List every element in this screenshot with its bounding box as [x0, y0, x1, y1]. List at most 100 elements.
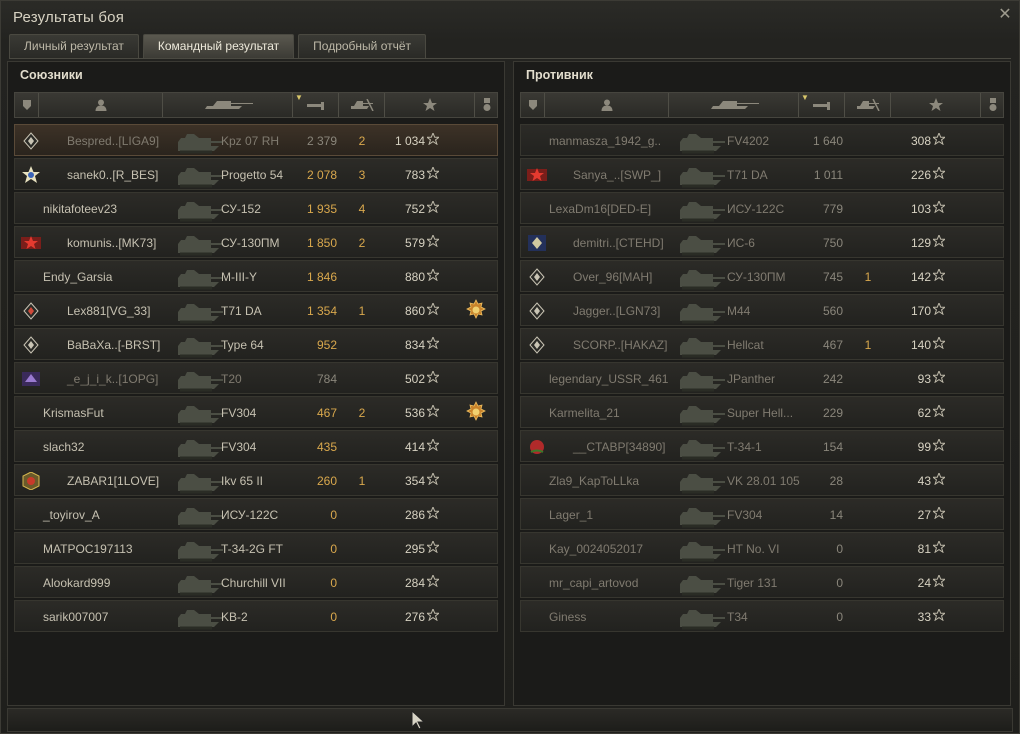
kills-value: 1 [864, 338, 872, 352]
xp-star-icon [427, 371, 439, 383]
player-icon[interactable] [545, 93, 669, 117]
enemies-panel: Противник ▼ manmasza_1942_g.. FV4202 1 6… [513, 61, 1011, 706]
table-row[interactable]: KrismasFut FV304 467 2 536 [14, 396, 498, 428]
damage-value: 0 [836, 576, 843, 590]
table-row[interactable]: Jagger..[LGN73] M44 560 170 [520, 294, 1004, 326]
table-row[interactable]: slach32 FV304 435 414 [14, 430, 498, 462]
table-row[interactable]: Karmelita_21 Super Hell... 229 62 [520, 396, 1004, 428]
table-row[interactable]: Zla9_KapToLLka VK 28.01 105 28 43 [520, 464, 1004, 496]
kills-icon[interactable] [339, 93, 385, 117]
table-row[interactable]: komunis..[MK73] СУ-130ПМ 1 850 2 579 [14, 226, 498, 258]
tab-detailed-report[interactable]: Подробный отчёт [298, 34, 427, 58]
damage-value: 0 [330, 508, 337, 522]
medal-icon[interactable] [475, 93, 499, 117]
table-row[interactable]: Giness T34 0 33 [520, 600, 1004, 632]
xp-star-icon [933, 201, 945, 213]
xp-value: 752 [404, 202, 425, 216]
xp-star-icon [933, 575, 945, 587]
tank-icon[interactable] [669, 93, 799, 117]
table-row[interactable]: _toyirov_A ИСУ-122С 0 286 [14, 498, 498, 530]
allies-list: Bespred..[LIGA9] Kpz 07 RH 2 379 2 1 034… [14, 124, 498, 634]
player-name: komunis..[MK73] [67, 236, 157, 250]
table-row[interactable]: manmasza_1942_g.. FV4202 1 640 308 [520, 124, 1004, 156]
damage-value: 0 [330, 542, 337, 556]
xp-value: 62 [917, 406, 931, 420]
vehicle-name: ИСУ-122С [727, 202, 785, 216]
close-icon[interactable]: ✕ [997, 7, 1013, 23]
squad-icon[interactable] [15, 93, 39, 117]
table-row[interactable]: __CTABP[34890] T-34-1 154 99 [520, 430, 1004, 462]
table-row[interactable]: demitri..[CTEHD] ИС-6 750 129 [520, 226, 1004, 258]
player-icon[interactable] [39, 93, 163, 117]
clan-badge-icon [527, 166, 547, 184]
damage-value: 467 [316, 406, 337, 420]
tab-team-result[interactable]: Командный результат [142, 34, 295, 58]
table-row[interactable]: sarik007007 KB-2 0 276 [14, 600, 498, 632]
table-row[interactable]: _e_j_i_k..[1OPG] T20 784 502 [14, 362, 498, 394]
damage-value: 1 011 [813, 168, 843, 182]
damage-value: 1 935 [306, 202, 337, 216]
squad-icon[interactable] [521, 93, 545, 117]
vehicle-name: Progetto 54 [221, 168, 284, 182]
xp-star-icon [427, 167, 439, 179]
xp-value: 502 [404, 372, 425, 386]
table-row[interactable]: Over_96[MAH] СУ-130ПМ 745 1 142 [520, 260, 1004, 292]
damage-value: 784 [316, 372, 337, 386]
table-row[interactable]: Lager_1 FV304 14 27 [520, 498, 1004, 530]
clan-badge-icon [527, 132, 547, 150]
vehicle-name: JPanther [727, 372, 776, 386]
table-row[interactable]: BaBaXa..[-BRST] Type 64 952 834 [14, 328, 498, 360]
kills-value: 2 [358, 236, 366, 250]
table-row[interactable]: LexaDm16[DED-E] ИСУ-122С 779 103 [520, 192, 1004, 224]
clan-badge-icon [527, 608, 547, 626]
clan-badge-icon [527, 234, 547, 252]
table-row[interactable]: ZABAR1[1LOVE] Ikv 65 II 260 1 354 [14, 464, 498, 496]
xp-value: 27 [917, 508, 931, 522]
vehicle-name: Kpz 07 RH [221, 134, 280, 148]
table-row[interactable]: legendary_USSR_461 JPanther 242 93 [520, 362, 1004, 394]
kills-value: 1 [358, 304, 366, 318]
xp-value: 129 [910, 236, 931, 250]
table-row[interactable]: mr_capi_artovod Tiger 131 0 24 [520, 566, 1004, 598]
kills-value: 2 [358, 406, 366, 420]
vehicle-name: ИС-6 [727, 236, 755, 250]
window-title: Результаты боя [13, 9, 125, 26]
table-row[interactable]: Kay_0024052017 HT No. VI 0 81 [520, 532, 1004, 564]
vehicle-icon [680, 270, 725, 290]
table-row[interactable]: Endy_Garsia M-III-Y 1 846 880 [14, 260, 498, 292]
vehicle-icon [680, 610, 725, 630]
xp-star-icon [427, 575, 439, 587]
clan-badge-icon [21, 268, 41, 286]
kills-icon[interactable] [845, 93, 891, 117]
damage-icon[interactable]: ▼ [799, 93, 845, 117]
table-row[interactable]: nikitafoteev23 СУ-152 1 935 4 752 [14, 192, 498, 224]
table-row[interactable]: sanek0..[R_BES] Progetto 54 2 078 3 783 [14, 158, 498, 190]
xp-star-icon[interactable] [891, 93, 981, 117]
table-row[interactable]: Alookard999 Churchill VII 0 284 [14, 566, 498, 598]
vehicle-icon [178, 338, 223, 358]
vehicle-name: T34 [727, 610, 748, 624]
table-row[interactable]: Sanya_..[SWP_] T71 DA 1 011 226 [520, 158, 1004, 190]
enemies-title: Противник [526, 68, 593, 82]
tab-bar: Личный результат Командный результат Под… [9, 34, 427, 58]
clan-badge-icon [21, 302, 41, 320]
damage-value: 1 850 [306, 236, 337, 250]
table-row[interactable]: Bespred..[LIGA9] Kpz 07 RH 2 379 2 1 034 [14, 124, 498, 156]
clan-badge-icon [527, 200, 547, 218]
damage-value: 260 [316, 474, 337, 488]
xp-star-icon [933, 133, 945, 145]
tab-personal-result[interactable]: Личный результат [9, 34, 139, 58]
xp-star-icon [427, 405, 439, 417]
kills-value: 2 [358, 134, 366, 148]
table-row[interactable]: Lex881[VG_33] T71 DA 1 354 1 860 [14, 294, 498, 326]
xp-value: 860 [404, 304, 425, 318]
table-row[interactable]: MATPOC197113 T-34-2G FT 0 295 [14, 532, 498, 564]
player-name: nikitafoteev23 [43, 202, 118, 216]
damage-value: 745 [822, 270, 843, 284]
medal-icon[interactable] [981, 93, 1005, 117]
xp-star-icon[interactable] [385, 93, 475, 117]
table-row[interactable]: SCORP..[HAKAZ] Hellcat 467 1 140 [520, 328, 1004, 360]
damage-icon[interactable]: ▼ [293, 93, 339, 117]
tank-icon[interactable] [163, 93, 293, 117]
xp-value: 43 [917, 474, 931, 488]
